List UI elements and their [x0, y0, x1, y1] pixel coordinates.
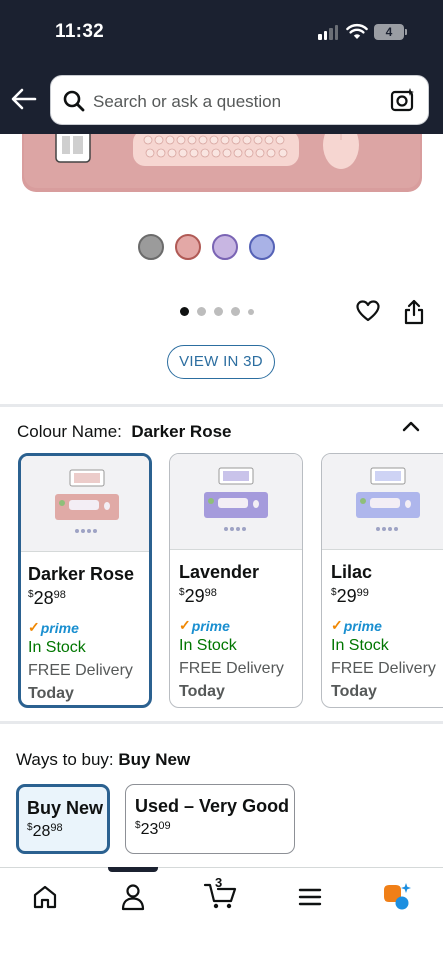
prime-check-icon: ✓	[331, 617, 343, 633]
delivery-day: Today	[179, 683, 225, 700]
menu-icon[interactable]	[298, 887, 322, 907]
delivery-text: FREE Delivery	[28, 662, 133, 679]
buy-new-option[interactable]: Buy New $2898	[16, 784, 110, 854]
carousel-dot[interactable]	[197, 307, 206, 316]
battery-icon: 4	[374, 24, 407, 40]
prime-badge: ✓ prime	[179, 617, 230, 634]
view-in-3d-button[interactable]: VIEW IN 3D	[167, 345, 275, 379]
cart-count-badge: 3	[215, 875, 223, 890]
desk-mat-image	[22, 134, 422, 192]
wifi-icon	[346, 23, 368, 39]
back-arrow-icon[interactable]	[11, 88, 37, 110]
product-image[interactable]	[0, 134, 443, 214]
variant-thumbnail	[170, 454, 302, 550]
variant-name: Darker Rose	[28, 564, 135, 584]
colour-selected: Darker Rose	[131, 422, 232, 441]
home-icon[interactable]	[32, 885, 58, 909]
bottom-nav: 3	[0, 867, 443, 960]
delivery-text: FREE Delivery	[331, 660, 436, 677]
active-tab-indicator	[108, 867, 158, 872]
cart-icon[interactable]: 3	[203, 875, 239, 911]
carousel-dot[interactable]	[248, 308, 254, 315]
chevron-up-icon[interactable]	[402, 420, 420, 432]
ways-to-buy-row: Ways to buy: Buy New	[16, 750, 190, 770]
heart-icon[interactable]	[356, 300, 380, 322]
swatch-lavender[interactable]	[212, 234, 238, 260]
variant-card[interactable]: Darker Rose $2898 ✓ prime In Stock FREE Deliv…	[18, 453, 152, 708]
delivery-day: Today	[331, 683, 377, 700]
ways-label: Ways to buy:	[16, 750, 114, 769]
delivery-text: FREE Delivery	[179, 660, 284, 677]
variant-price: $2998	[179, 586, 217, 606]
buy-option-title: Buy New	[27, 798, 104, 818]
color-swatches	[138, 234, 275, 260]
colour-label: Colour Name:	[17, 422, 122, 441]
camera-search-icon[interactable]	[390, 87, 416, 113]
cellular-signal-icon	[318, 25, 338, 40]
prime-badge: ✓ prime	[331, 617, 382, 634]
variant-price: $2999	[331, 586, 369, 606]
rufus-assistant-icon[interactable]	[382, 882, 412, 910]
variant-card[interactable]: Lavender $2998 ✓ prime In Stock FREE Delivery…	[169, 453, 303, 708]
swatch-rose[interactable]	[175, 234, 201, 260]
swatch-grey[interactable]	[138, 234, 164, 260]
prime-check-icon: ✓	[28, 619, 40, 635]
prime-check-icon: ✓	[179, 617, 191, 633]
prime-badge: ✓ prime	[28, 619, 79, 636]
variant-price: $2898	[28, 588, 66, 608]
variant-name: Lilac	[331, 562, 373, 582]
section-divider	[0, 404, 443, 407]
image-carousel-dots	[180, 307, 254, 316]
used-very-good-option[interactable]: Used – Very Good $2309	[125, 784, 295, 854]
buy-option-price: $2309	[135, 820, 171, 838]
section-divider	[0, 721, 443, 724]
stock-status: In Stock	[179, 637, 237, 654]
delivery-day: Today	[28, 685, 74, 702]
colour-name-row: Colour Name: Darker Rose	[17, 422, 232, 442]
carousel-dot[interactable]	[231, 307, 240, 316]
buy-option-title: Used – Very Good	[135, 796, 290, 816]
ways-selected: Buy New	[118, 750, 191, 769]
share-icon[interactable]	[403, 299, 425, 325]
swatch-lilac[interactable]	[249, 234, 275, 260]
variant-card[interactable]: Lilac $2999 ✓ prime In Stock FREE Delivery Tod…	[321, 453, 443, 708]
carousel-dot[interactable]	[214, 307, 223, 316]
search-input[interactable]: Search or ask a question	[93, 92, 281, 112]
top-header: 11:32 4 Search or ask a question	[0, 0, 443, 134]
search-bar[interactable]: Search or ask a question	[50, 75, 429, 125]
account-icon[interactable]	[120, 883, 146, 911]
status-time: 11:32	[55, 21, 105, 42]
variant-thumbnail	[21, 456, 149, 552]
variant-thumbnail	[322, 454, 443, 550]
search-icon	[63, 90, 85, 112]
variant-name: Lavender	[179, 562, 260, 582]
stock-status: In Stock	[331, 637, 389, 654]
carousel-dot[interactable]	[180, 307, 189, 316]
stock-status: In Stock	[28, 639, 86, 656]
buy-option-price: $2898	[27, 822, 63, 840]
